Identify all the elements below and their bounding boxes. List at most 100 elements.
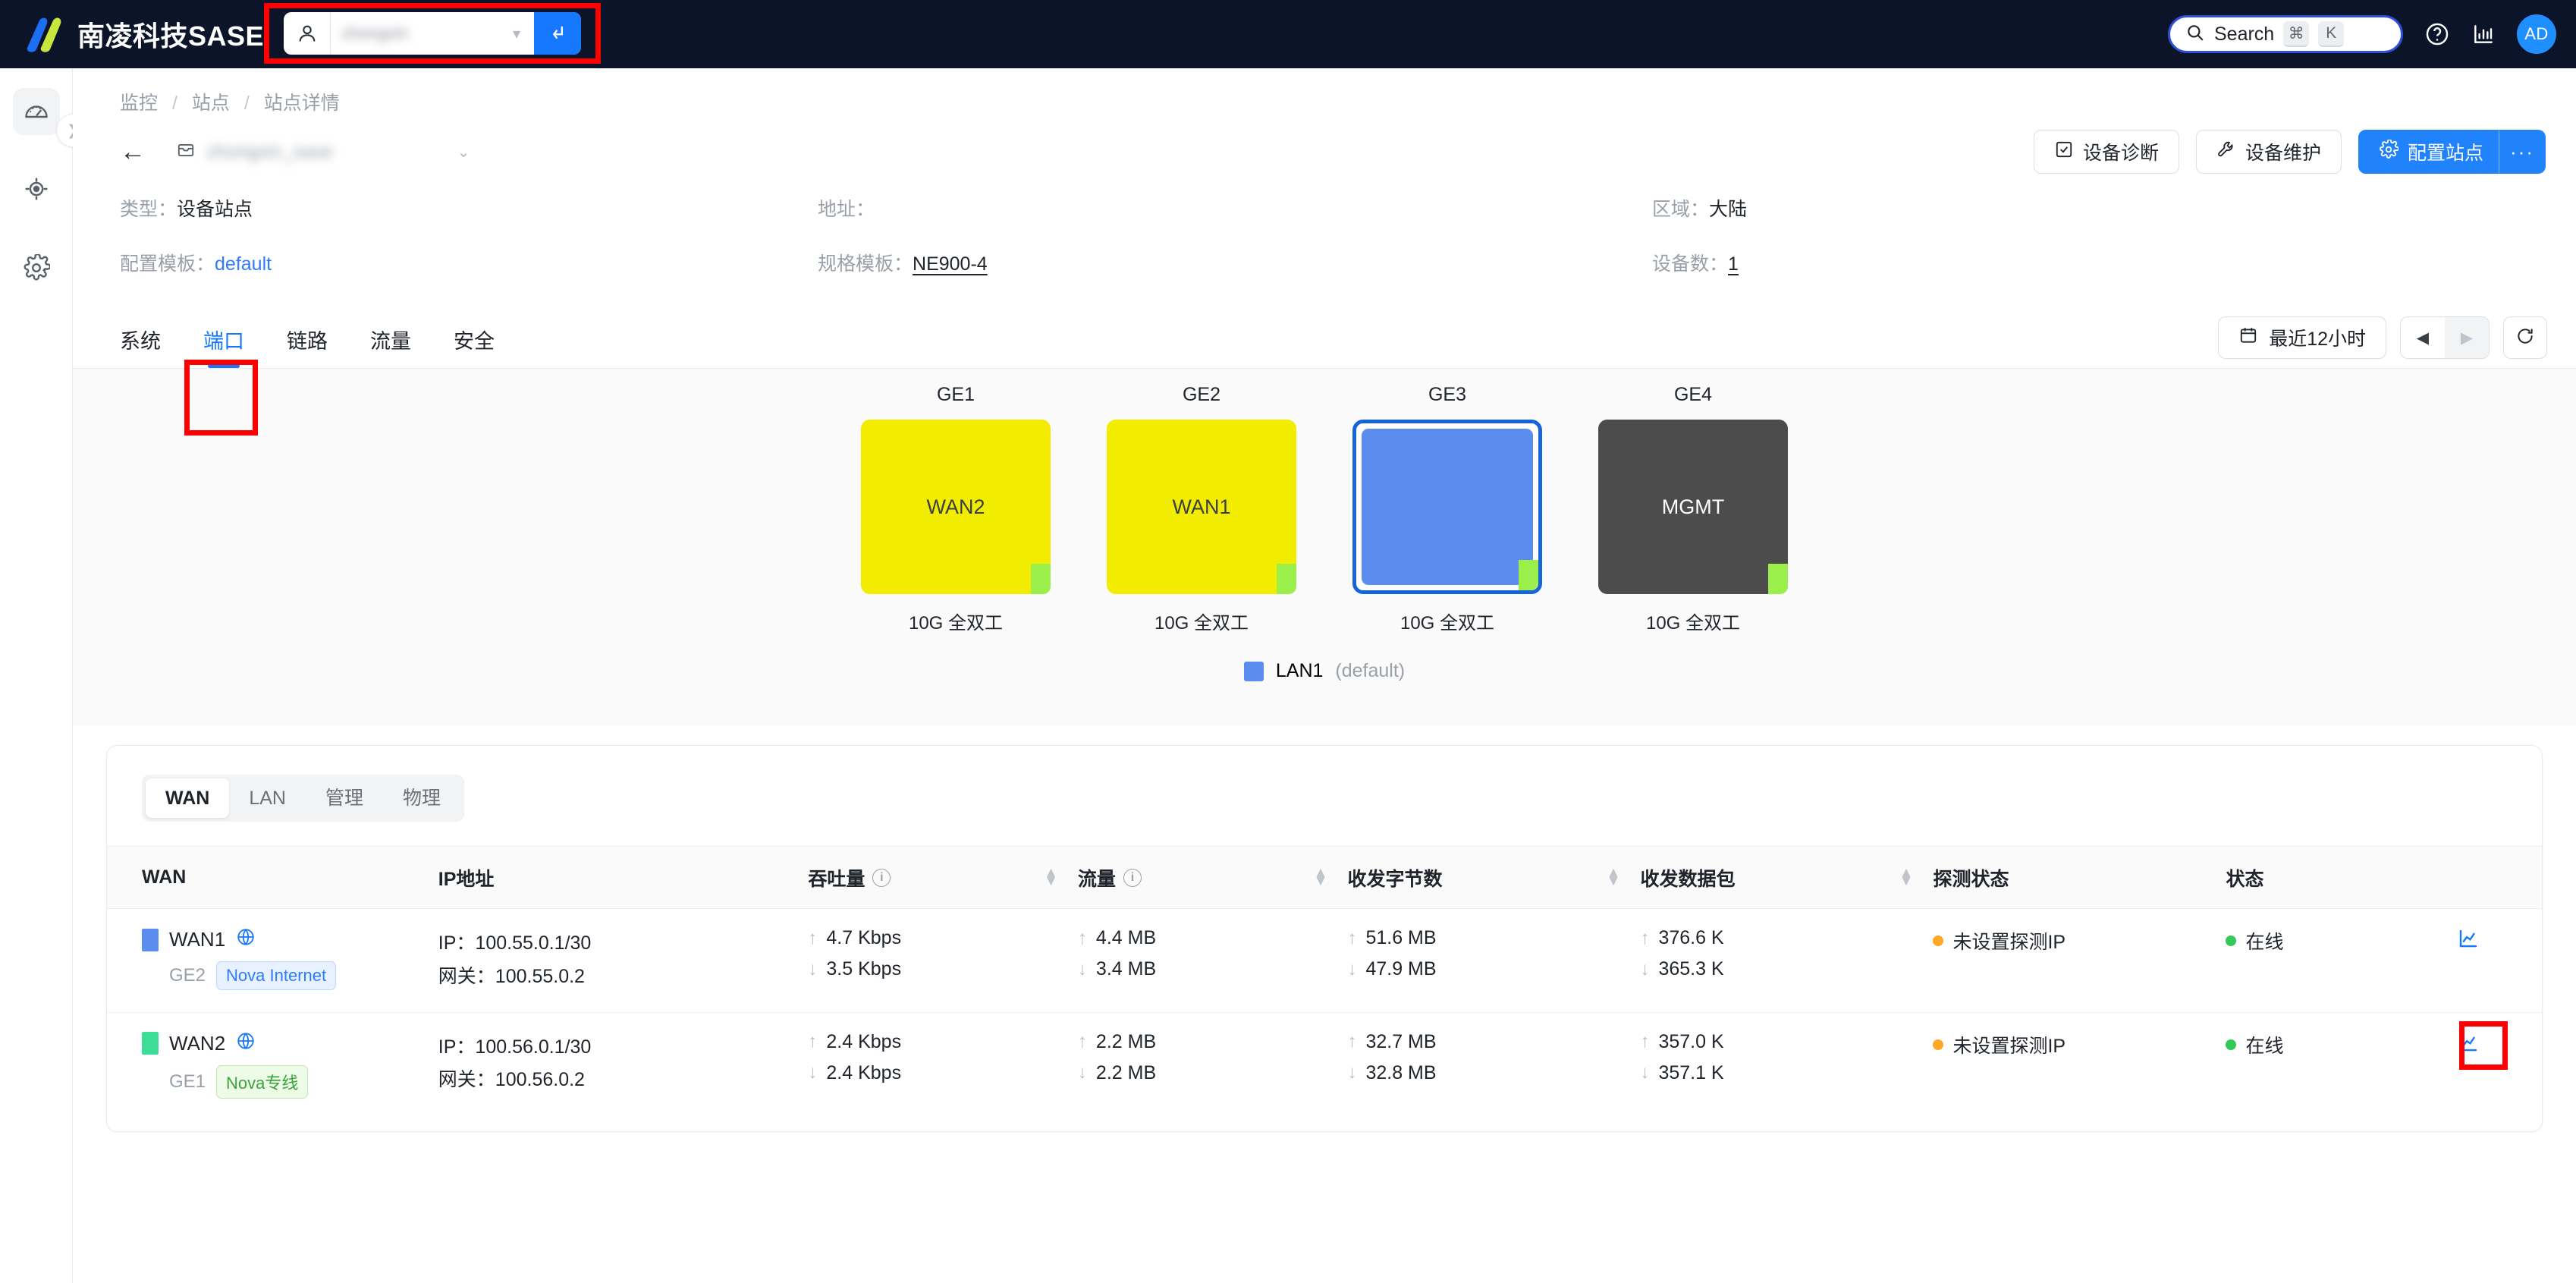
- site-name: zhongxin_sase: [206, 140, 333, 162]
- tab-system[interactable]: 系统: [120, 325, 161, 368]
- status-text: 在线: [2245, 1035, 2284, 1057]
- line-chart-icon[interactable]: [2457, 929, 2480, 954]
- segment-management[interactable]: 管理: [306, 778, 383, 818]
- time-prev-button[interactable]: ◀: [2401, 317, 2445, 358]
- port-ge3-box[interactable]: [1352, 420, 1542, 594]
- wan-table-head: WAN IP地址 吞吐量 i ▲ ▼ 流量 i ▲ ▼ 收发字节数 ▲ ▼ 收发…: [107, 846, 2542, 909]
- port-ge1[interactable]: GE1 WAN2 10G 全双工: [861, 384, 1051, 634]
- port-ge3[interactable]: GE3 10G 全双工: [1352, 384, 1542, 634]
- wan-sub-line: GE1 Nova专线: [169, 1064, 438, 1099]
- th-bytes[interactable]: 收发字节数 ▲ ▼: [1347, 846, 1641, 909]
- port-ge2[interactable]: GE2 WAN1 10G 全双工: [1107, 384, 1296, 634]
- gauge-icon: [23, 96, 50, 127]
- analytics-icon[interactable]: [2471, 22, 2496, 46]
- search-input[interactable]: Search ⌘ K: [2168, 15, 2403, 53]
- segment-wan[interactable]: WAN: [146, 778, 230, 818]
- arrow-down-icon: ↓: [808, 958, 818, 980]
- sort-toggle-packets[interactable]: ▲ ▼: [1899, 866, 1914, 888]
- tab-security[interactable]: 安全: [454, 325, 495, 368]
- page-content: 监控 / 站点 / 站点详情 ← zhongxin_sase ⌄ 设备诊断 设备…: [73, 68, 2576, 1283]
- time-range-picker[interactable]: 最近12小时: [2218, 316, 2386, 359]
- sidebar-item-settings[interactable]: [13, 246, 60, 293]
- refresh-button[interactable]: [2503, 316, 2547, 359]
- info-icon[interactable]: i: [1123, 868, 1142, 887]
- sort-toggle-throughput[interactable]: ▲ ▼: [1044, 866, 1058, 888]
- arrow-up-icon: ↑: [1077, 927, 1087, 948]
- meta-device-count-value[interactable]: 1: [1728, 253, 1739, 275]
- throughput-down-value: 3.5 Kbps: [826, 958, 902, 980]
- site-selector[interactable]: zhongxin_sase ⌄: [176, 140, 470, 164]
- sidebar-item-dashboard[interactable]: [12, 88, 60, 135]
- legend-suffix: (default): [1335, 660, 1406, 681]
- device-maintenance-button[interactable]: 设备维护: [2195, 130, 2342, 174]
- sort-toggle-bytes[interactable]: ▲ ▼: [1607, 866, 1621, 888]
- th-ip-label: IP地址: [438, 868, 495, 890]
- port-list: GE1 WAN2 10G 全双工 GE2 WAN1 10G 全双工 GE3 10…: [73, 384, 2576, 634]
- throughput-up: ↑ 4.7 Kbps: [808, 927, 1078, 949]
- wan-color-swatch: [142, 1032, 159, 1055]
- tenant-switch-button[interactable]: [534, 12, 581, 55]
- segment-lan[interactable]: LAN: [229, 778, 306, 818]
- th-traffic[interactable]: 流量 i ▲ ▼: [1077, 846, 1348, 909]
- user-icon: [284, 12, 331, 55]
- device-diagnose-label: 设备诊断: [2082, 143, 2159, 164]
- port-ge4[interactable]: GE4 MGMT 10G 全双工: [1598, 384, 1788, 634]
- tenant-picker[interactable]: zhongxin ▾: [284, 12, 581, 55]
- arrow-up-icon: ↑: [808, 1031, 818, 1052]
- breadcrumb-item-0[interactable]: 监控: [120, 93, 158, 114]
- sidebar-item-monitor[interactable]: [13, 167, 60, 214]
- bytes-down-value: 47.9 MB: [1365, 958, 1437, 980]
- port-ge3-link-indicator: [1519, 560, 1538, 590]
- arrow-up-icon: ↑: [1347, 1031, 1357, 1052]
- brand-title: 南凌科技SASE: [77, 20, 265, 52]
- port-ge4-name: GE4: [1673, 384, 1713, 405]
- avatar[interactable]: AD: [2517, 14, 2556, 54]
- chevron-down-icon[interactable]: ▾: [499, 12, 534, 55]
- tab-traffic[interactable]: 流量: [370, 325, 411, 368]
- th-throughput[interactable]: 吞吐量 i ▲ ▼: [808, 846, 1078, 909]
- th-status: 状态: [2226, 846, 2458, 909]
- help-icon[interactable]: [2424, 21, 2450, 47]
- top-header: 南凌科技SASE zhongxin ▾ Search ⌘ K AD: [0, 0, 2576, 68]
- port-ge1-name: GE1: [936, 384, 975, 405]
- back-button[interactable]: ←: [120, 139, 146, 165]
- port-ge1-link-indicator: [1031, 564, 1051, 594]
- brand-logo-icon[interactable]: [23, 14, 65, 54]
- port-ge4-label: MGMT: [1661, 495, 1725, 518]
- port-ge4-box[interactable]: MGMT: [1598, 420, 1788, 594]
- chevron-down-icon[interactable]: ⌄: [457, 143, 470, 162]
- meta-address-label: 地址：: [818, 199, 875, 220]
- th-probe-status-label: 探测状态: [1933, 868, 2009, 890]
- tenant-value[interactable]: zhongxin: [331, 12, 499, 55]
- cell-bytes: ↑ 32.7 MB ↓ 32.8 MB: [1347, 1012, 1640, 1117]
- bytes-down: ↓ 47.9 MB: [1347, 958, 1640, 980]
- tab-link[interactable]: 链路: [287, 325, 328, 368]
- table-header-row: WAN IP地址 吞吐量 i ▲ ▼ 流量 i ▲ ▼ 收发字节数 ▲ ▼ 收发…: [107, 846, 2542, 909]
- target-icon: [23, 175, 50, 206]
- meta-spec-template-value[interactable]: NE900-4: [913, 253, 988, 275]
- breadcrumb-item-1[interactable]: 站点: [192, 93, 230, 114]
- th-traffic-label: 流量: [1077, 868, 1116, 890]
- info-icon[interactable]: i: [872, 868, 891, 887]
- more-actions-button[interactable]: ···: [2499, 130, 2546, 174]
- th-wan: WAN: [107, 846, 438, 909]
- th-packets[interactable]: 收发数据包 ▲ ▼: [1640, 846, 1934, 909]
- port-ge1-box[interactable]: WAN2: [861, 420, 1051, 594]
- segment-physical[interactable]: 物理: [383, 778, 460, 818]
- bytes-up: ↑ 32.7 MB: [1347, 1031, 1640, 1053]
- time-stepper: ◀ ▶: [2400, 316, 2490, 359]
- sort-toggle-traffic[interactable]: ▲ ▼: [1314, 866, 1328, 888]
- meta-type-label: 类型：: [120, 199, 177, 220]
- packets-up-value: 357.0 K: [1658, 1030, 1724, 1052]
- line-chart-icon[interactable]: [2457, 1033, 2480, 1058]
- meta-config-template-value[interactable]: default: [215, 253, 272, 275]
- cell-traffic: ↑ 4.4 MB ↓ 3.4 MB: [1077, 908, 1348, 1013]
- tab-port[interactable]: 端口: [203, 325, 244, 368]
- cell-wan: WAN1 GE2 Nova Internet: [107, 908, 438, 1013]
- configure-site-button[interactable]: 配置站点: [2358, 130, 2499, 174]
- wan-port-label: GE1: [169, 1071, 206, 1092]
- table-row[interactable]: WAN2 GE1 Nova专线 IP：100.56.0.1/30 网关：100.…: [107, 1012, 2542, 1117]
- port-ge2-box[interactable]: WAN1: [1107, 420, 1296, 594]
- table-row[interactable]: WAN1 GE2 Nova Internet IP：100.55.0.1/30 …: [107, 908, 2542, 1013]
- device-diagnose-button[interactable]: 设备诊断: [2033, 130, 2179, 174]
